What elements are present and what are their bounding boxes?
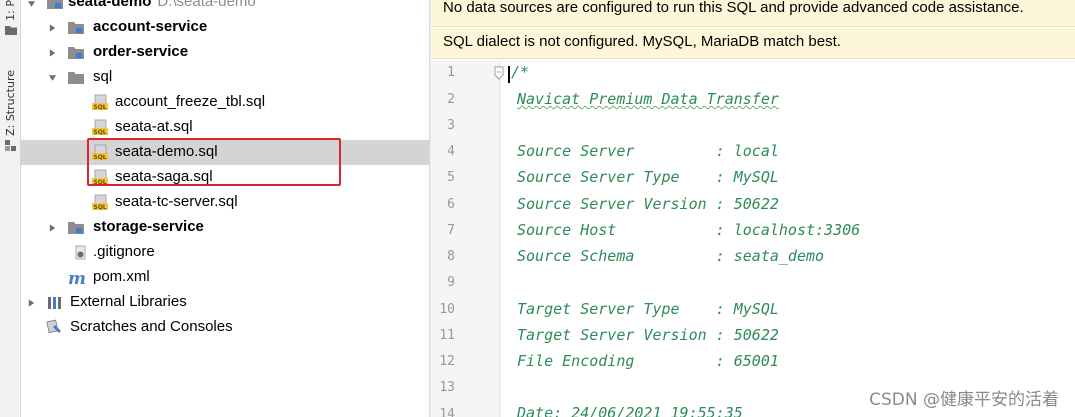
maven-icon: m [68,269,85,286]
code-line[interactable]: Source Server Type : MySQL [517,168,779,186]
sql-editor[interactable]: No data sources are configured to run th… [431,0,1075,417]
structure-tool-tab[interactable]: Z: Structure [1,70,20,152]
code-line-schema-text: Source Schema : seata_demo [517,247,825,265]
code-line[interactable]: Target Server Version : 50622 [517,326,779,344]
watermark: CSDN @健康平安的活着 [869,390,1059,410]
code-line[interactable]: Navicat Premium Data Transfer [517,90,779,108]
sql-file-icon: SQL [92,119,108,136]
line-number: 14 [439,407,455,417]
code-line[interactable]: Date: 24/06/2021 19:55:35 [517,404,743,417]
scratches-icon [46,319,61,334]
code-line-schema[interactable]: Source Schema : seata_demo [517,247,824,265]
line-number: 2 [447,92,455,107]
structure-icon [4,139,16,151]
fold-marker-icon[interactable] [494,66,504,80]
tree-item-label: pom.xml [93,268,150,285]
tree-item-label: seata-tc-server.sql [115,193,238,210]
red-highlight-box [87,138,341,186]
code-line[interactable]: /* [511,63,529,81]
project-tool-tab[interactable]: 1: P [1,0,20,35]
line-number: 13 [439,380,455,395]
chevron-right-icon[interactable] [48,23,57,33]
tree-item-order-service[interactable]: order-service [21,40,429,65]
tree-root-name: seata-demo [68,0,152,10]
tool-window-strip: 1: P Z: Structure [0,0,21,417]
line-number: 10 [439,302,455,317]
structure-tab-label: Z: Structure [4,70,17,136]
line-number: 8 [447,249,455,264]
tree-item-label: order-service [93,43,189,60]
module-folder-icon [47,0,63,9]
tree-item-label: sql [93,68,113,85]
chevron-right-icon[interactable] [27,298,36,308]
chevron-down-icon[interactable] [27,0,36,9]
tree-item-gitignore[interactable]: .gitignore [21,240,429,265]
code-line[interactable]: File Encoding : 65001 [517,352,779,370]
svg-text:SQL: SQL [93,104,106,111]
tree-item-label: account_freeze_tbl.sql [115,93,266,110]
tree-item-pom[interactable]: m pom.xml [21,265,429,290]
line-number: 12 [439,354,455,369]
tree-item-external-libraries[interactable]: External Libraries [21,290,429,315]
code-line[interactable]: Target Server Type : MySQL [517,300,779,318]
sql-dialect-banner[interactable]: SQL dialect is not configured. MySQL, Ma… [431,28,1075,59]
chevron-right-icon[interactable] [48,48,57,58]
tree-item-label: seata-at.sql [115,118,193,135]
line-number: 6 [447,197,455,212]
tree-root-path: D:\seata-demo [157,0,256,10]
line-number: 11 [439,328,455,343]
tree-item-sql-file[interactable]: SQL seata-tc-server.sql [21,190,429,215]
gitignore-file-icon [75,245,86,260]
svg-text:SQL: SQL [93,129,106,136]
code-line[interactable]: Source Server : local [517,142,779,160]
no-data-source-banner[interactable]: No data sources are configured to run th… [431,0,1075,27]
tree-item-label: External Libraries [70,293,187,310]
module-folder-icon [68,222,84,234]
tree-root-label: seata-demo D:\seata-demo [68,0,256,10]
sql-file-icon: SQL [92,94,108,111]
code-line[interactable]: Source Server Version : 50622 [517,195,779,213]
tree-item-label: storage-service [93,218,204,235]
line-number: 5 [447,170,455,185]
tree-item-label: .gitignore [93,243,155,260]
tree-item-label: account-service [93,18,208,35]
line-number: 4 [447,144,455,159]
line-number: 7 [447,223,455,238]
tree-item-account-service[interactable]: account-service [21,15,429,40]
chevron-down-icon[interactable] [48,73,57,83]
chevron-right-icon[interactable] [48,223,57,233]
svg-text:SQL: SQL [93,204,106,211]
line-number: 1 [447,65,455,80]
tree-root-row[interactable]: seata-demo D:\seata-demo [21,0,429,15]
line-number: 9 [447,275,455,290]
module-folder-icon [68,22,84,34]
folder-icon [68,72,84,84]
tree-item-label: Scratches and Consoles [70,318,233,335]
library-icon [48,297,61,309]
tree-item-sql-file[interactable]: SQL account_freeze_tbl.sql [21,90,429,115]
text-caret [508,66,510,83]
tree-item-scratches[interactable]: Scratches and Consoles [21,315,429,340]
sql-file-icon: SQL [92,194,108,211]
project-tab-label: 1: P [4,0,17,21]
tree-item-sql-folder[interactable]: sql [21,65,429,90]
project-tree: seata-demo D:\seata-demo account-service … [21,0,429,417]
folder-icon [4,25,17,35]
code-line[interactable]: Source Host : localhost:3306 [517,221,860,239]
gutter-separator [499,60,500,417]
tree-item-storage-service[interactable]: storage-service [21,215,429,240]
tree-item-sql-file[interactable]: SQL seata-at.sql [21,115,429,140]
module-folder-icon [68,47,84,59]
line-number: 3 [447,118,455,133]
svg-text:m: m [68,269,85,286]
